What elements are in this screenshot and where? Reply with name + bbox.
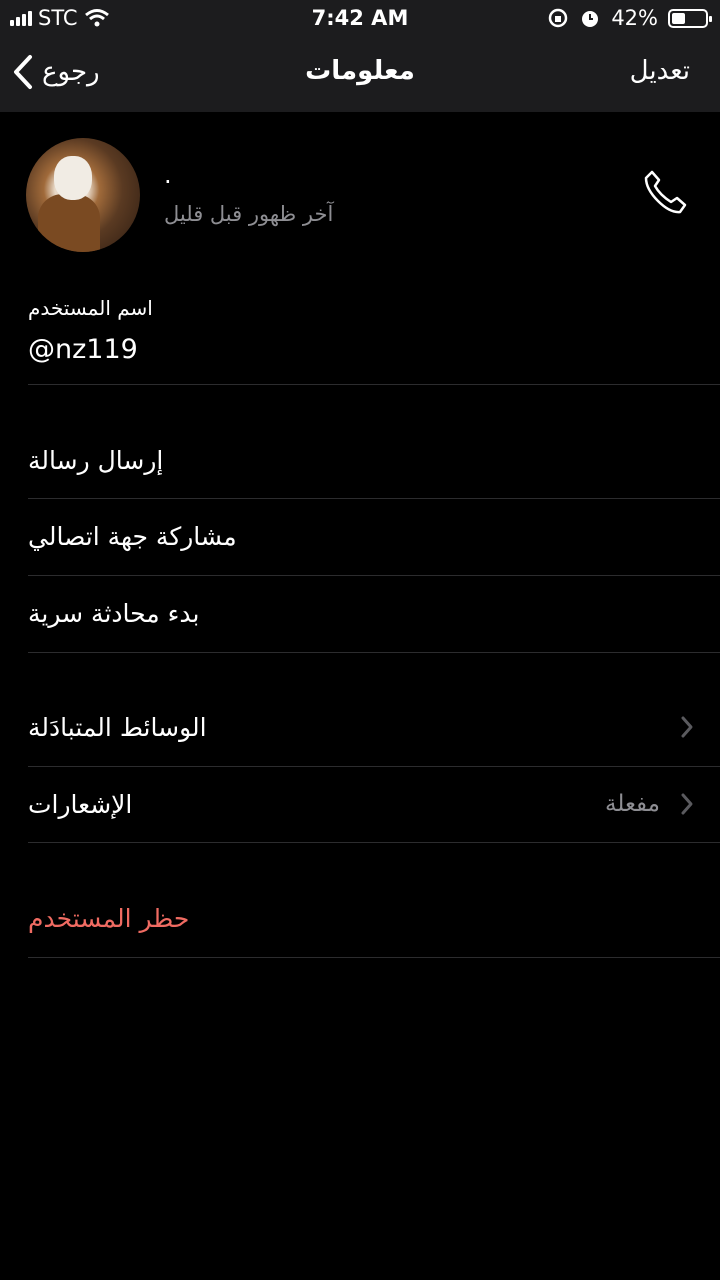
- battery-icon: [668, 8, 712, 28]
- share-contact-button[interactable]: مشاركة جهة اتصالي: [28, 498, 720, 574]
- notifications-value: مفعلة: [605, 791, 660, 817]
- username-label: اسم المستخدم: [28, 296, 153, 320]
- status-bar: STC 7:42 AM 42%: [0, 0, 720, 36]
- chevron-right-icon: [681, 716, 693, 738]
- orientation-lock-icon: [549, 8, 568, 28]
- secret-chat-button[interactable]: بدء محادثة سرية: [28, 575, 720, 651]
- notifications-label: الإشعارات: [28, 789, 133, 819]
- notifications-row[interactable]: الإشعارات مفعلة: [28, 766, 720, 842]
- divider: [28, 842, 720, 843]
- profile-header: · آخر ظهور قبل قليل: [0, 112, 720, 278]
- last-seen-status: آخر ظهور قبل قليل: [164, 202, 334, 226]
- send-message-button[interactable]: إرسال رسالة: [28, 422, 720, 498]
- status-right: 42%: [547, 6, 712, 30]
- divider: [28, 957, 720, 958]
- page-title: معلومات: [305, 56, 415, 86]
- username-section[interactable]: اسم المستخدم @nz119: [28, 296, 153, 365]
- phone-icon[interactable]: [640, 167, 690, 217]
- block-user-label: حظر المستخدم: [28, 903, 190, 933]
- divider: [28, 384, 720, 385]
- nav-bar: رجوع معلومات تعديل: [0, 36, 720, 112]
- shared-media-row[interactable]: الوسائط المتبادَلة: [28, 689, 720, 765]
- edit-button[interactable]: تعديل: [630, 56, 690, 86]
- shared-media-label: الوسائط المتبادَلة: [28, 712, 207, 742]
- username-value: @nz119: [28, 334, 138, 365]
- share-contact-label: مشاركة جهة اتصالي: [28, 521, 237, 551]
- battery-percent: 42%: [611, 6, 658, 30]
- block-user-button[interactable]: حظر المستخدم: [28, 880, 720, 956]
- secret-chat-label: بدء محادثة سرية: [28, 598, 200, 628]
- chevron-right-icon: [681, 793, 693, 815]
- divider: [28, 652, 720, 653]
- profile-name: ·: [164, 168, 172, 196]
- alarm-icon: [582, 11, 599, 27]
- send-message-label: إرسال رسالة: [28, 445, 164, 475]
- avatar[interactable]: [26, 138, 140, 252]
